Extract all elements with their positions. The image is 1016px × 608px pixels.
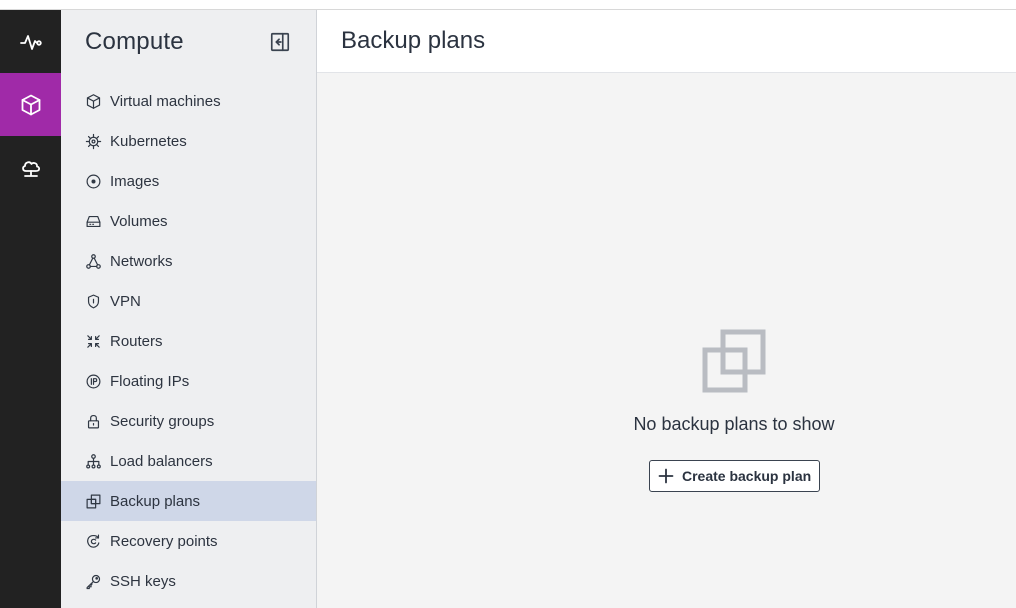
sidebar-title: Compute [85, 27, 184, 55]
backup-icon [84, 492, 102, 510]
sidebar-item-label: VPN [110, 292, 141, 310]
empty-state-message: No backup plans to show [633, 414, 835, 434]
sidebar-nav: Virtual machines Kubernetes Images Volum… [61, 73, 316, 601]
sidebar-item-label: SSH keys [110, 572, 176, 590]
sidebar-item-routers[interactable]: Routers [61, 321, 316, 361]
sidebar-item-label: Kubernetes [110, 132, 187, 150]
network-icon [84, 252, 102, 270]
key-icon [84, 572, 102, 590]
create-backup-plan-button[interactable]: Create backup plan [649, 460, 821, 492]
main-content: Backup plans No backup plans to show Cre… [317, 10, 1016, 608]
sidebar-item-images[interactable]: Images [61, 161, 316, 201]
collapse-sidebar-icon [270, 32, 290, 51]
page-title: Backup plans [341, 27, 486, 54]
sidebar-item-networks[interactable]: Networks [61, 241, 316, 281]
sidebar-item-label: Networks [110, 252, 173, 270]
sidebar-item-volumes[interactable]: Volumes [61, 201, 316, 241]
recovery-icon [84, 532, 102, 550]
sidebar-item-label: Load balancers [110, 452, 213, 470]
main-header: Backup plans [317, 10, 1016, 73]
sidebar: Compute Virtual machines Kubernetes Imag… [61, 10, 317, 608]
sidebar-item-label: Recovery points [110, 532, 218, 550]
router-icon [84, 332, 102, 350]
sidebar-header: Compute [61, 10, 316, 73]
hierarchy-icon [84, 452, 102, 470]
sidebar-item-floating-ips[interactable]: Floating IPs [61, 361, 316, 401]
disc-icon [84, 172, 102, 190]
sidebar-item-label: Volumes [110, 212, 168, 230]
cloud-network-icon [21, 160, 40, 177]
shield-icon [84, 292, 102, 310]
sidebar-item-ssh-keys[interactable]: SSH keys [61, 561, 316, 601]
lock-icon [84, 412, 102, 430]
sidebar-item-label: Backup plans [110, 492, 201, 510]
rail-item-compute[interactable] [0, 73, 61, 136]
sidebar-item-load-balancers[interactable]: Load balancers [61, 441, 316, 481]
activity-icon [19, 34, 42, 50]
floating-ip-icon [84, 372, 102, 390]
backup-plans-empty-icon [702, 329, 766, 393]
sidebar-item-backup-plans[interactable]: Backup plans [61, 481, 316, 521]
plus-icon [658, 468, 674, 484]
cube-icon [84, 92, 102, 110]
sidebar-item-vpn[interactable]: VPN [61, 281, 316, 321]
sidebar-item-label: Images [110, 172, 160, 190]
helm-wheel-icon [84, 132, 102, 150]
sidebar-item-label: Virtual machines [110, 92, 221, 110]
rail-item-monitoring[interactable] [0, 10, 61, 73]
create-backup-plan-label: Create backup plan [682, 468, 812, 484]
app-rail [0, 10, 61, 608]
sidebar-item-kubernetes[interactable]: Kubernetes [61, 121, 316, 161]
empty-state: No backup plans to show Create backup pl… [317, 73, 1016, 608]
sidebar-item-recovery-points[interactable]: Recovery points [61, 521, 316, 561]
cube-icon [21, 94, 40, 115]
sidebar-item-label: Security groups [110, 412, 215, 430]
top-strip [0, 0, 1016, 9]
collapse-sidebar-button[interactable] [268, 30, 292, 54]
sidebar-item-virtual-machines[interactable]: Virtual machines [61, 81, 316, 121]
sidebar-item-label: Routers [110, 332, 163, 350]
hard-drive-icon [84, 212, 102, 230]
sidebar-item-label: Floating IPs [110, 372, 190, 390]
app-window: Compute Virtual machines Kubernetes Imag… [0, 9, 1016, 608]
rail-item-network[interactable] [0, 136, 61, 199]
sidebar-item-security-groups[interactable]: Security groups [61, 401, 316, 441]
